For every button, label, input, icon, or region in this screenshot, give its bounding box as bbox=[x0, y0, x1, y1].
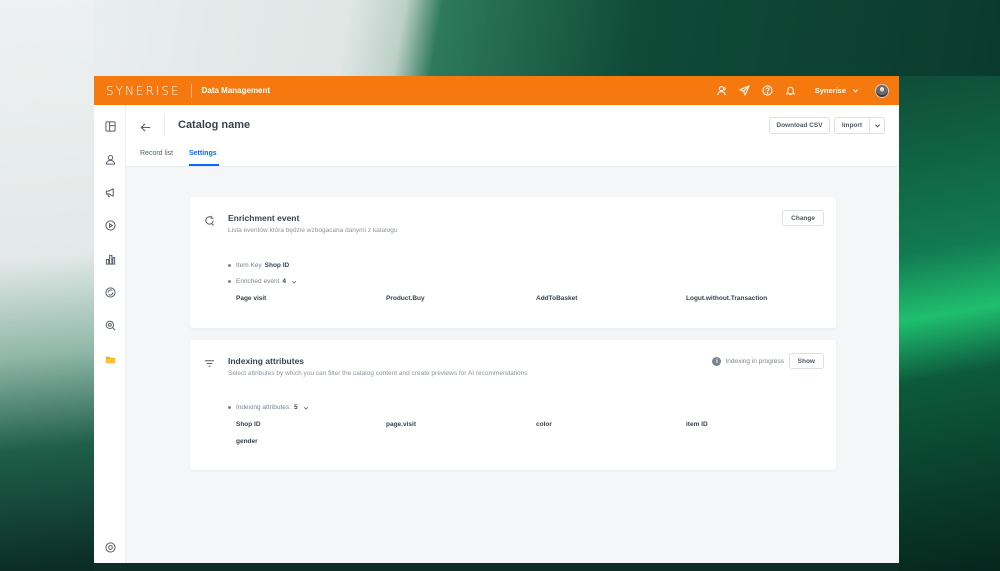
user-icon[interactable] bbox=[104, 153, 116, 165]
workspace-name: Synerise bbox=[814, 86, 846, 95]
background-left bbox=[0, 0, 94, 571]
send-icon[interactable] bbox=[739, 85, 751, 97]
settings-icon[interactable] bbox=[104, 541, 116, 553]
filter-icon bbox=[204, 356, 216, 368]
enriched-event-label: Enriched event bbox=[236, 278, 280, 285]
enriched-event-item: Page visit bbox=[236, 295, 267, 302]
chevron-down-icon[interactable] bbox=[303, 405, 309, 411]
info-icon: i bbox=[712, 357, 722, 366]
users-icon[interactable] bbox=[716, 85, 728, 97]
play-icon[interactable] bbox=[104, 219, 116, 231]
header-divider bbox=[164, 116, 165, 136]
item-key-label: Item Key bbox=[236, 262, 262, 269]
attribute-item: page.visit bbox=[386, 421, 416, 428]
indexing-count: 5 bbox=[293, 404, 298, 411]
active-tab-indicator bbox=[189, 164, 219, 166]
show-button[interactable]: Show bbox=[788, 353, 824, 369]
workspace-switcher[interactable]: Synerise bbox=[815, 86, 859, 95]
background-top bbox=[94, 0, 1000, 76]
indexing-description: Select attributes by which you can filte… bbox=[228, 370, 528, 377]
change-button[interactable]: Change bbox=[782, 210, 824, 226]
tab-settings[interactable]: Settings bbox=[189, 150, 217, 157]
background-right bbox=[899, 76, 1000, 571]
page-title: Catalog name bbox=[178, 119, 251, 131]
help-icon[interactable] bbox=[762, 85, 774, 97]
enriched-event-item: AddToBasket bbox=[536, 295, 578, 302]
app-window: SYNERISE Data Management Synerise Catalo… bbox=[94, 76, 899, 563]
background-bottom bbox=[94, 563, 899, 571]
enriched-event-row[interactable]: Enriched event 4 bbox=[228, 278, 297, 285]
enriched-event-item: Logut.without.Transaction bbox=[686, 295, 768, 302]
chevron-down-icon bbox=[874, 124, 880, 128]
topbar-divider bbox=[190, 83, 192, 98]
indexing-title: Indexing attributes bbox=[228, 356, 305, 366]
enriched-event-count: 4 bbox=[282, 278, 286, 285]
megaphone-icon[interactable] bbox=[104, 186, 116, 198]
indexing-status: i Indexing in progress bbox=[712, 357, 784, 366]
download-csv-button[interactable]: Download CSV bbox=[769, 117, 830, 134]
chevron-down-icon bbox=[852, 89, 859, 93]
chevron-down-icon[interactable] bbox=[291, 279, 297, 285]
page-header: Catalog name Download CSV Import Record … bbox=[126, 105, 899, 167]
indexing-attributes-card: Indexing attributes Select attributes by… bbox=[190, 340, 836, 470]
layout-icon[interactable] bbox=[104, 120, 116, 132]
top-bar: SYNERISE Data Management Synerise bbox=[94, 76, 899, 105]
import-button[interactable]: Import bbox=[834, 117, 870, 134]
tab-record-list[interactable]: Record list bbox=[140, 150, 173, 157]
sidebar bbox=[94, 105, 126, 563]
indexing-status-text: Indexing in progress bbox=[725, 358, 784, 365]
enrichment-icon bbox=[204, 213, 216, 226]
enrichment-title: Enrichment event bbox=[228, 213, 300, 223]
enrichment-description: Lista eventów która będzie wzbogacana da… bbox=[228, 227, 398, 234]
chart-icon[interactable] bbox=[104, 253, 116, 265]
item-key-row: Item Key Shop ID bbox=[228, 262, 289, 269]
attribute-item: item ID bbox=[686, 421, 708, 428]
enrichment-event-card: Enrichment event Lista eventów która będ… bbox=[190, 197, 836, 328]
app-name: Data Management bbox=[201, 86, 271, 95]
indexing-count-row[interactable]: Indexing attributes: 5 bbox=[228, 404, 309, 411]
back-arrow-icon[interactable] bbox=[140, 120, 152, 132]
ai-icon[interactable] bbox=[104, 286, 116, 298]
topbar-actions: Synerise bbox=[705, 83, 899, 98]
synerise-logo[interactable]: SYNERISE bbox=[106, 84, 181, 98]
avatar[interactable] bbox=[875, 83, 889, 98]
attribute-item: color bbox=[536, 421, 552, 428]
attribute-item: Shop ID bbox=[236, 421, 261, 428]
folder-icon[interactable] bbox=[104, 353, 116, 365]
attribute-item: gender bbox=[236, 438, 258, 445]
indexing-count-label: Indexing attributes: bbox=[236, 404, 291, 411]
enriched-event-item: Product.Buy bbox=[386, 295, 425, 302]
bell-icon[interactable] bbox=[785, 85, 797, 97]
import-dropdown-button[interactable] bbox=[869, 117, 885, 134]
search-icon[interactable] bbox=[104, 319, 116, 331]
item-key-value: Shop ID bbox=[264, 262, 290, 269]
